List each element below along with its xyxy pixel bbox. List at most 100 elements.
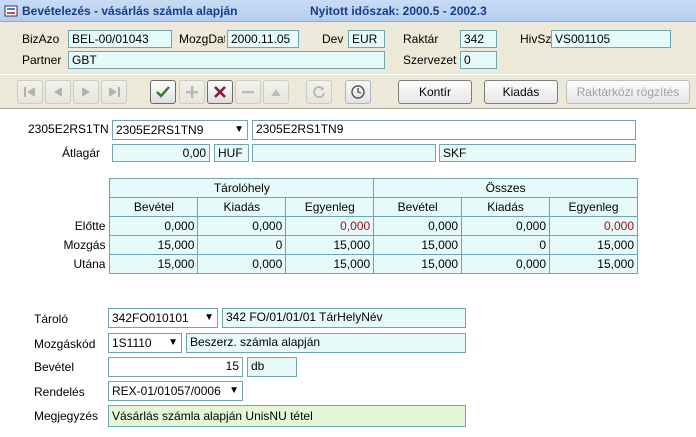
item-name-field[interactable]: 2305E2RS1TN9 [252,120,636,140]
previous-record-button[interactable] [45,80,71,104]
hivsz-label: HivSz [520,32,552,46]
clock-icon [351,85,365,99]
table-cell: 0,000 [373,216,463,236]
table-row: Előtte 0,000 0,000 0,000 0,000 0,000 0,0… [46,216,638,236]
table-cell: 0 [461,235,551,255]
atlagar-label: Átlagár [62,146,101,160]
szervezet-label: Szervezet [403,53,457,67]
unit-field: db [247,357,297,377]
kiadas-button[interactable]: Kiadás [484,80,558,104]
next-record-button[interactable] [73,80,99,104]
last-icon [109,87,120,97]
raktarkozi-button[interactable]: Raktárközi rögzítés [566,80,690,104]
table-row: Utána 15,000 0,000 15,000 15,000 0,000 1… [46,254,638,274]
bevetel-input[interactable]: 15 [108,357,243,377]
bizazo-field[interactable]: BEL-00/01043 [68,30,172,48]
currency-field[interactable]: HUF [214,144,249,162]
group-header-osszes: Összes [373,178,638,198]
dev-field[interactable]: EUR [348,30,385,48]
table-row: Mozgás 15,000 0 15,000 15,000 0 15,000 [46,235,638,255]
table-cell: 0,000 [549,216,638,236]
table-cell: 15,000 [109,235,199,255]
table-cell: 15,000 [549,254,638,274]
mozgaskod-label: Mozgáskód [34,337,96,351]
tarolo-name-field[interactable]: 342 FO/01/01/01 TárHelyNév [222,308,466,328]
column-header: Bevétel [373,197,463,217]
dev-label: Dev [322,32,344,46]
column-header: Egyenleg [549,197,638,217]
next-icon [82,87,90,97]
plus-icon [186,86,198,98]
chevron-down-icon: ▼ [204,312,214,323]
table-column-header-row: Bevétel Kiadás Egyenleg Bevétel Kiadás E… [46,197,638,217]
mozgdat-label: MozgDat [179,32,225,46]
tarolo-value: 342FO010101 [112,311,189,325]
column-header: Bevétel [109,197,199,217]
table-cell: 15,000 [109,254,199,274]
row-label: Mozgás [63,238,106,252]
partner-label: Partner [22,53,62,67]
tarolo-select[interactable]: 342FO010101 ▼ [108,308,218,328]
table-cell: 15,000 [285,254,375,274]
edit-button[interactable] [263,80,289,104]
table-cell: 15,000 [285,235,375,255]
mozgaskod-name-field[interactable]: Beszerz. számla alapján [186,333,466,353]
table-cell: 0,000 [461,216,551,236]
row-label: Utána [73,257,106,271]
open-period: Nyitott időszak: 2000.5 - 2002.3 [310,4,487,18]
chevron-down-icon: ▼ [234,124,244,135]
prev-icon [54,87,62,97]
szervezet-field[interactable]: 0 [460,51,497,69]
partner-field[interactable]: GBT [68,51,385,69]
chevron-down-icon: ▼ [229,385,239,396]
minus-icon [242,91,254,94]
table-cell: 0,000 [285,216,375,236]
refresh-button[interactable] [306,80,332,104]
table-cell: 0,000 [461,254,551,274]
hivsz-field[interactable]: VS001105 [551,30,671,48]
rendeles-select[interactable]: REX-01/01057/0006 ▼ [108,381,243,401]
bizazo-label: BizAzo [22,32,60,46]
group-header-tarolohely: Tárolóhely [109,178,375,198]
window-title: Bevételezés - vásárlás számla alapján [22,4,238,18]
item-code-label: 2305E2RS1TN9 [28,122,108,136]
refresh-icon [313,86,325,98]
table-cell: 15,000 [373,254,463,274]
table-cell: 0,000 [109,216,199,236]
megjegyzes-input[interactable]: Vásárlás számla alapján UnisNU tétel [108,405,466,427]
cancel-button[interactable] [207,80,233,104]
extra-field[interactable] [252,144,436,162]
history-button[interactable] [345,80,371,104]
table-cell: 0 [197,235,287,255]
add-button[interactable] [179,80,205,104]
table-cell: 0,000 [197,216,287,236]
confirm-button[interactable] [150,80,176,104]
raktar-field[interactable]: 342 [460,30,497,48]
first-record-button[interactable] [17,80,43,104]
raktar-label: Raktár [403,32,439,46]
title-bar: Bevételezés - vásárlás számla alapján Ny… [0,0,696,22]
row-label: Előtte [74,219,106,233]
column-header: Kiadás [197,197,287,217]
column-header: Egyenleg [285,197,375,217]
table-cell: 15,000 [373,235,463,255]
brand-field[interactable]: SKF [439,144,636,162]
item-code-select[interactable]: 2305E2RS1TN9 ▼ [112,120,248,140]
rendeles-label: Rendelés [34,385,85,399]
megjegyzes-label: Megjegyzés [34,409,99,423]
delete-button[interactable] [235,80,261,104]
table-corner [46,198,110,217]
mozgdat-field[interactable]: 2000.11.05 [227,30,299,48]
atlagar-field[interactable]: 0,00 [112,144,210,162]
checkmark-icon [156,86,170,98]
close-icon [214,86,226,98]
item-code-value: 2305E2RS1TN9 [116,123,204,137]
mozgaskod-select[interactable]: 1S1110 ▼ [108,333,182,353]
table-corner [46,179,110,198]
up-triangle-icon [271,89,281,96]
kontir-button[interactable]: Kontír [398,80,472,104]
last-record-button[interactable] [101,80,127,104]
mozgaskod-value: 1S1110 [112,336,152,350]
chevron-down-icon: ▼ [168,337,178,348]
app-icon [4,5,18,17]
